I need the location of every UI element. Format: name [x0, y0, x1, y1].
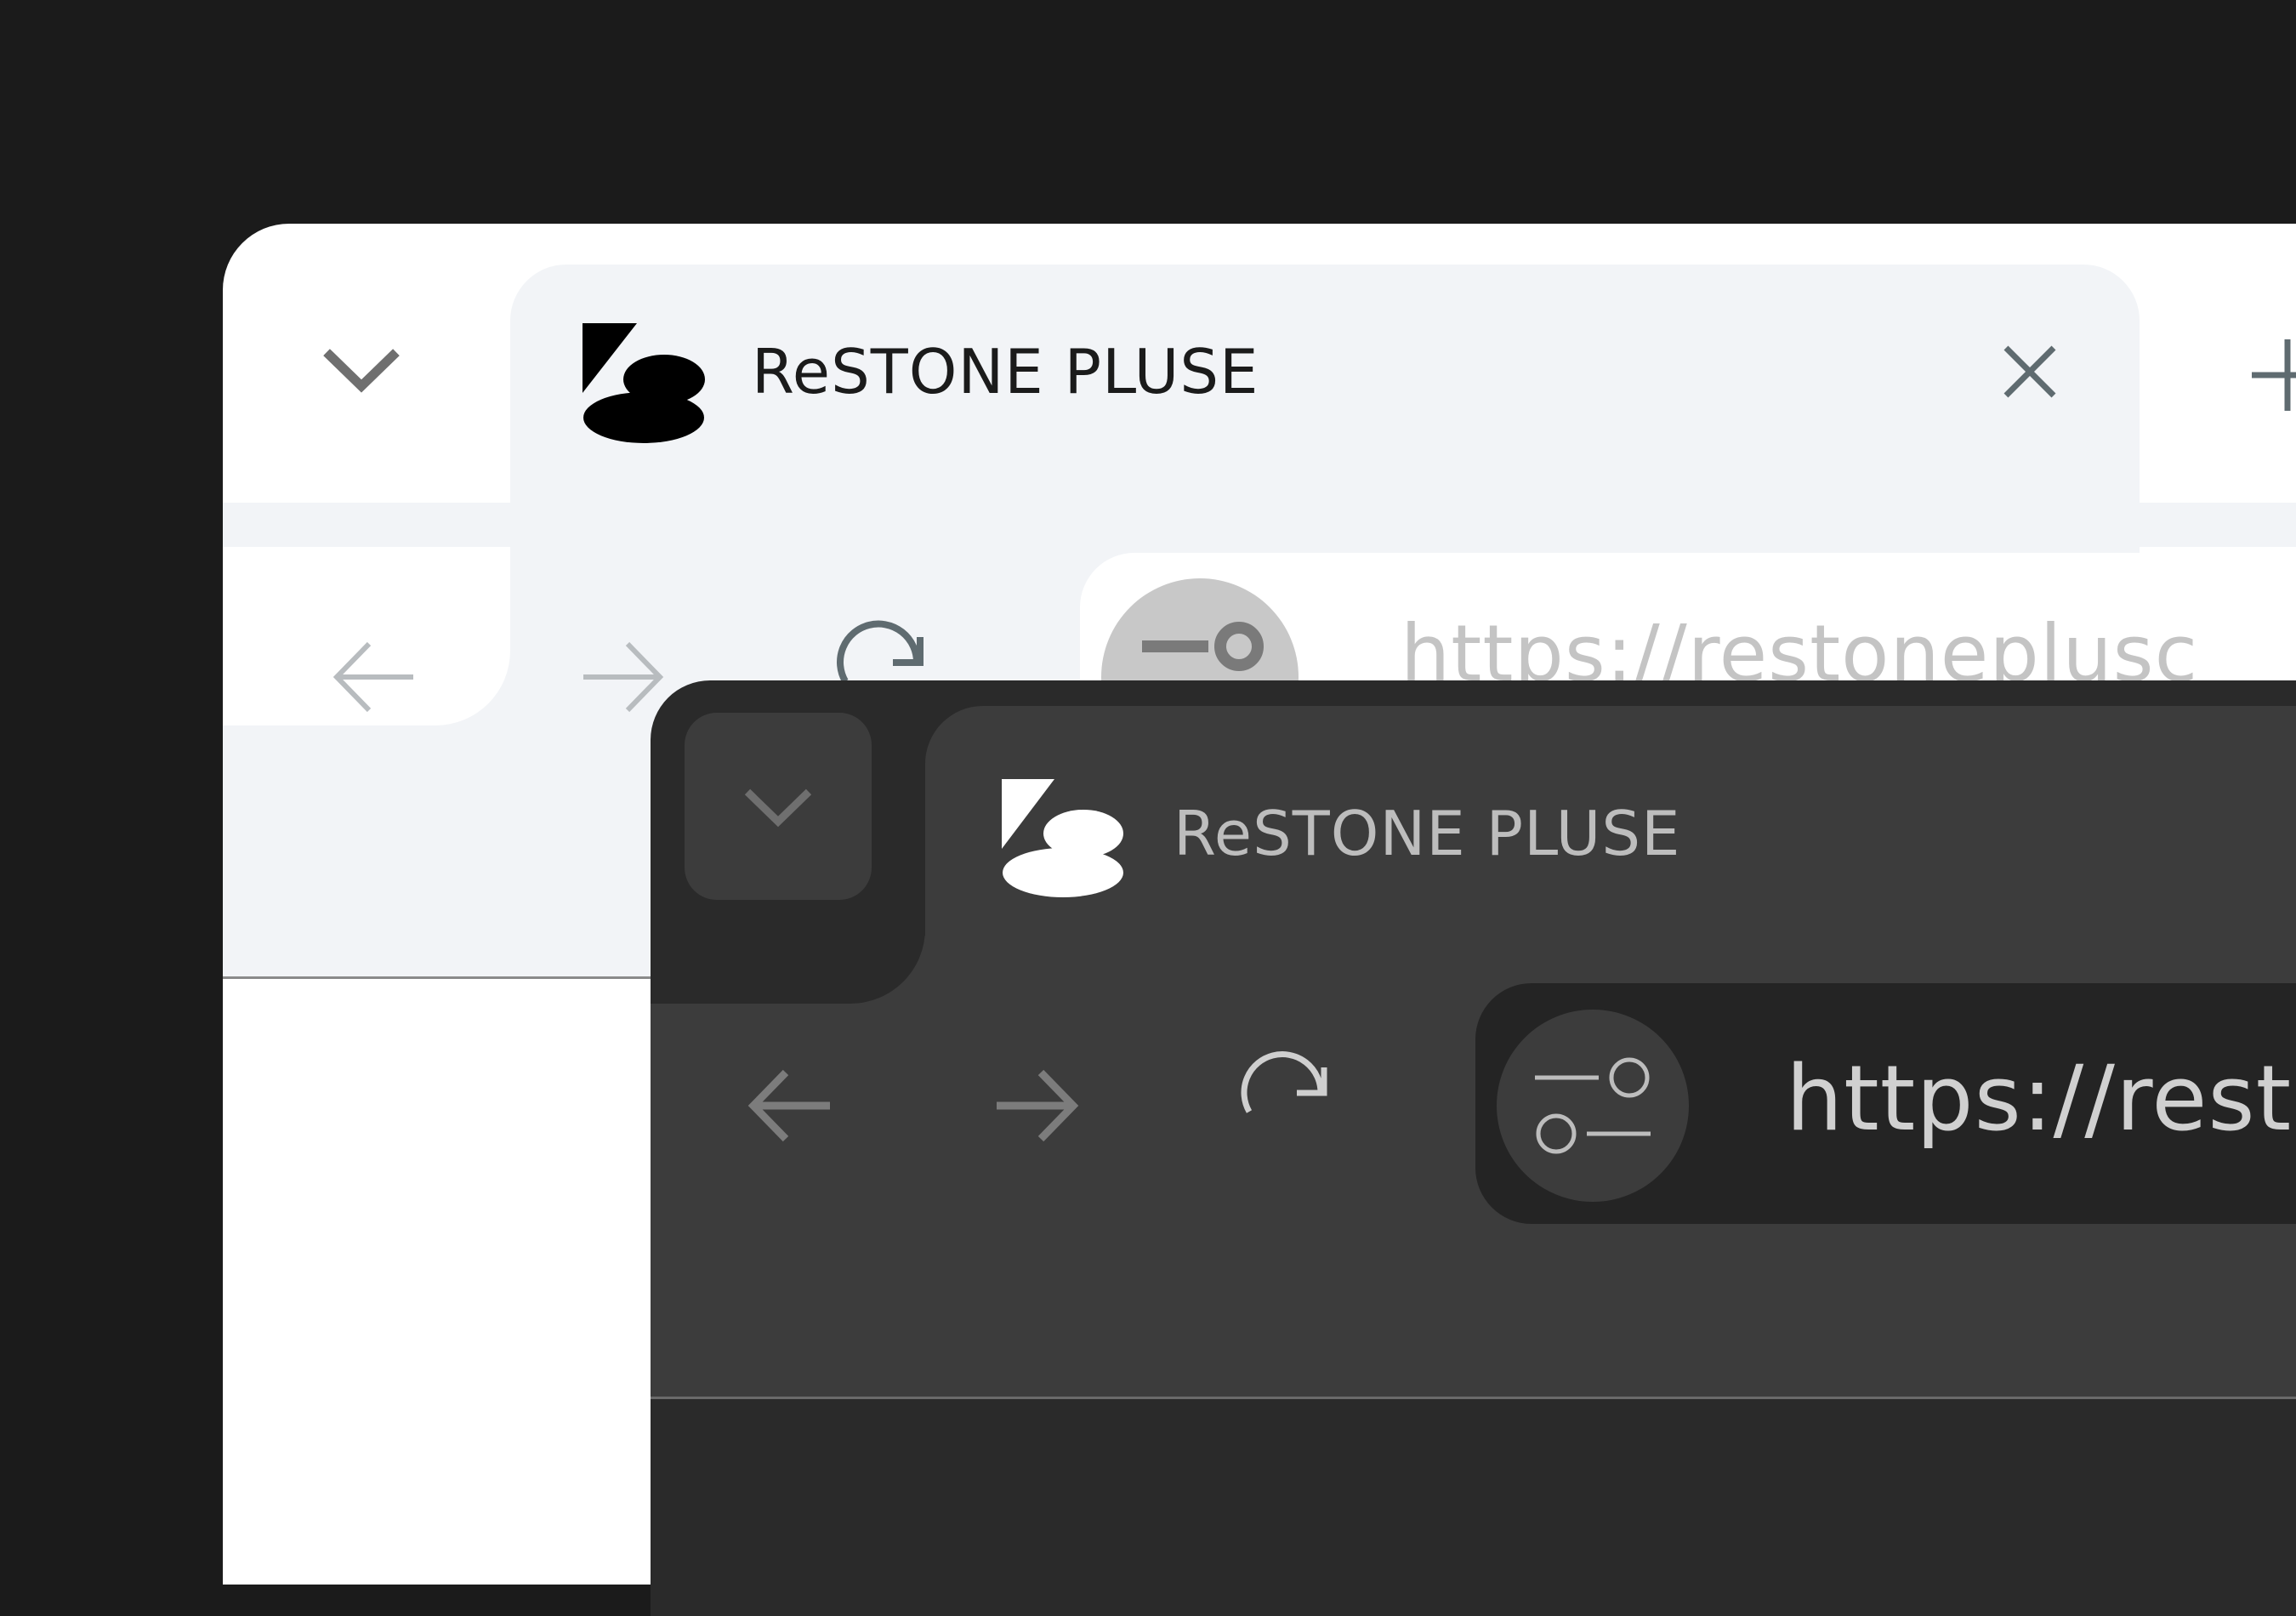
- plus-icon: [2252, 339, 2296, 411]
- dark-page-content: [651, 1399, 2296, 1616]
- chevron-down-icon: [744, 788, 812, 828]
- light-tab-title: ReSTONE PLUSE: [752, 336, 1259, 407]
- dark-tab-corner-cap: [651, 893, 925, 1004]
- dark-site-settings-button[interactable]: [1497, 1010, 1689, 1202]
- dark-tab-list-button[interactable]: [685, 713, 872, 900]
- close-tab-button[interactable]: [2001, 343, 2060, 402]
- dark-back-button[interactable]: [747, 1067, 833, 1144]
- arrow-right-icon: [997, 1069, 1079, 1142]
- restone-logo-icon: [1002, 779, 1123, 897]
- close-icon: [2003, 345, 2056, 398]
- arrow-left-icon: [332, 641, 413, 713]
- new-tab-button[interactable]: [2245, 333, 2296, 418]
- light-forward-button[interactable]: [580, 639, 665, 715]
- reload-icon: [1241, 1051, 1327, 1113]
- light-tab-favicon: [583, 323, 710, 447]
- arrow-left-icon: [747, 1069, 830, 1142]
- tab-list-button[interactable]: [323, 347, 400, 398]
- tune-icon: [1535, 1057, 1651, 1154]
- dark-forward-button[interactable]: [993, 1067, 1079, 1144]
- dark-reload-button[interactable]: [1239, 1051, 1333, 1154]
- restone-logo-icon: [583, 323, 705, 443]
- chevron-down-icon: [323, 349, 400, 393]
- dark-tab-title: ReSTONE PLUSE: [1174, 798, 1681, 869]
- dark-url-text: https://rest: [1786, 1046, 2293, 1151]
- dark-tab-favicon: [1002, 779, 1129, 902]
- light-back-button[interactable]: [332, 639, 417, 715]
- dark-browser-window: ReSTONE PLUSE https://rest: [651, 680, 2296, 1616]
- arrow-right-icon: [583, 641, 664, 713]
